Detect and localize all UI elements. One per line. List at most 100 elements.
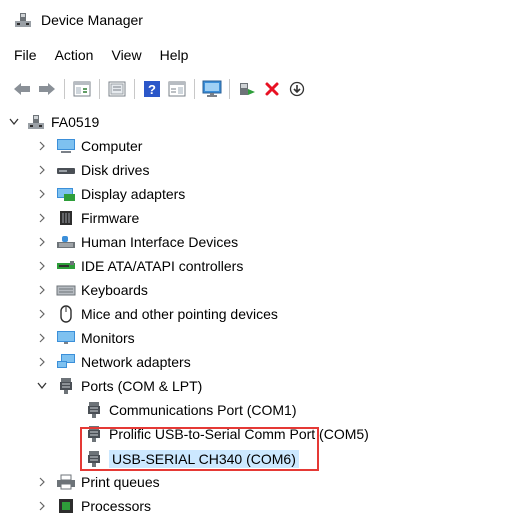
chevron-right-icon[interactable] (36, 308, 48, 320)
tree-category-keyboards[interactable]: Keyboards (36, 279, 148, 301)
window-title: Device Manager (41, 12, 143, 28)
view-icon (168, 81, 186, 97)
show-hide-console-tree-icon (73, 81, 91, 97)
menu-help[interactable]: Help (160, 44, 189, 66)
tree-root-label: FA0519 (51, 114, 100, 130)
chevron-right-icon[interactable] (36, 212, 48, 224)
back-button[interactable] (12, 79, 32, 99)
tree-category-processors[interactable]: Processors (36, 495, 151, 517)
port-device-com1[interactable]: Communications Port (COM1) (84, 399, 297, 421)
port-device-label: USB-SERIAL CH340 (COM6) (109, 450, 299, 468)
uninstall-icon (265, 82, 279, 96)
category-label: Monitors (81, 330, 135, 346)
help-button[interactable]: ? (142, 79, 162, 99)
port-device-com5[interactable]: Prolific USB-to-Serial Comm Port (COM5) (84, 423, 369, 445)
chevron-down-icon[interactable] (36, 380, 48, 392)
port-device-com6[interactable]: USB-SERIAL CH340 (COM6) (84, 448, 299, 470)
forward-button[interactable] (37, 79, 57, 99)
toolbar-separator (64, 79, 65, 99)
menu-view[interactable]: View (111, 44, 141, 66)
category-label: Computer (81, 138, 143, 154)
device-manager-icon (15, 13, 31, 27)
tree-category-ide[interactable]: IDE ATA/ATAPI controllers (36, 255, 243, 277)
port-connector-icon (84, 450, 104, 468)
toolbar-separator (194, 79, 195, 99)
printer-icon (56, 473, 76, 491)
properties-icon (108, 81, 126, 97)
enable-device-button[interactable] (287, 79, 307, 99)
category-label: Human Interface Devices (81, 234, 239, 250)
tree-category-computer[interactable]: Computer (36, 135, 142, 157)
display-adapter-icon (56, 185, 76, 203)
show-hide-console-tree-button[interactable] (72, 79, 92, 99)
toolbar: ? (0, 74, 507, 104)
tree-category-network-adapters[interactable]: Network adapters (36, 351, 191, 373)
port-device-label: Prolific USB-to-Serial Comm Port (COM5) (109, 426, 369, 442)
chevron-down-icon[interactable] (8, 116, 20, 128)
update-driver-icon (240, 83, 255, 95)
category-label: Network adapters (81, 354, 191, 370)
firmware-chip-icon (56, 209, 76, 227)
category-label: Ports (COM & LPT) (81, 378, 203, 394)
computer-tower-icon (26, 113, 46, 131)
uninstall-button[interactable] (262, 79, 282, 99)
monitor-icon (202, 80, 222, 97)
category-label: Disk drives (81, 162, 150, 178)
chevron-right-icon[interactable] (36, 356, 48, 368)
port-connector-icon (84, 425, 104, 443)
category-label: Display adapters (81, 186, 186, 202)
toolbar-separator (99, 79, 100, 99)
processor-icon (56, 497, 76, 515)
tree-category-monitors[interactable]: Monitors (36, 327, 135, 349)
properties-button[interactable] (107, 79, 127, 99)
chevron-right-icon[interactable] (36, 164, 48, 176)
tree-category-display-adapters[interactable]: Display adapters (36, 183, 185, 205)
tree-category-ports[interactable]: Ports (COM & LPT) (36, 375, 202, 397)
chevron-right-icon[interactable] (36, 332, 48, 344)
menu-action[interactable]: Action (55, 44, 94, 66)
human-interface-device-icon (56, 233, 76, 251)
chevron-right-icon[interactable] (36, 236, 48, 248)
tree-category-print-queues[interactable]: Print queues (36, 471, 160, 493)
back-arrow-icon (14, 83, 30, 95)
port-device-label: Communications Port (COM1) (109, 402, 297, 418)
scan-hardware-button[interactable] (202, 79, 222, 99)
port-connector-icon (56, 377, 76, 395)
tree-category-firmware[interactable]: Firmware (36, 207, 139, 229)
chevron-right-icon[interactable] (36, 188, 48, 200)
category-label: Print queues (81, 474, 160, 490)
category-label: Mice and other pointing devices (81, 306, 278, 322)
update-driver-button[interactable] (237, 79, 257, 99)
category-label: IDE ATA/ATAPI controllers (81, 258, 244, 274)
network-adapter-icon (56, 353, 76, 371)
svg-text:?: ? (148, 82, 156, 97)
download-icon (289, 81, 305, 97)
ide-controller-icon (56, 257, 76, 275)
port-connector-icon (84, 401, 104, 419)
category-label: Keyboards (81, 282, 148, 298)
chevron-right-icon[interactable] (36, 500, 48, 512)
tree-category-disk-drives[interactable]: Disk drives (36, 159, 149, 181)
chevron-right-icon[interactable] (36, 476, 48, 488)
tree-root[interactable]: FA0519 (8, 111, 99, 133)
title-bar: Device Manager (0, 0, 507, 40)
toolbar-separator (229, 79, 230, 99)
chevron-right-icon[interactable] (36, 284, 48, 296)
menu-file[interactable]: File (14, 44, 37, 66)
view-button[interactable] (167, 79, 187, 99)
tree-category-hid[interactable]: Human Interface Devices (36, 231, 238, 253)
disk-drive-icon (56, 161, 76, 179)
tree-category-mice[interactable]: Mice and other pointing devices (36, 303, 278, 325)
help-icon: ? (144, 81, 160, 97)
toolbar-separator (134, 79, 135, 99)
chevron-right-icon[interactable] (36, 260, 48, 272)
computer-monitor-icon (56, 137, 76, 155)
category-label: Processors (81, 498, 152, 514)
mouse-icon (56, 305, 76, 323)
monitor-icon (56, 329, 76, 347)
forward-arrow-icon (39, 83, 55, 95)
menu-bar: File Action View Help (0, 42, 507, 68)
chevron-right-icon[interactable] (36, 140, 48, 152)
category-label: Firmware (81, 210, 140, 226)
keyboard-icon (56, 281, 76, 299)
